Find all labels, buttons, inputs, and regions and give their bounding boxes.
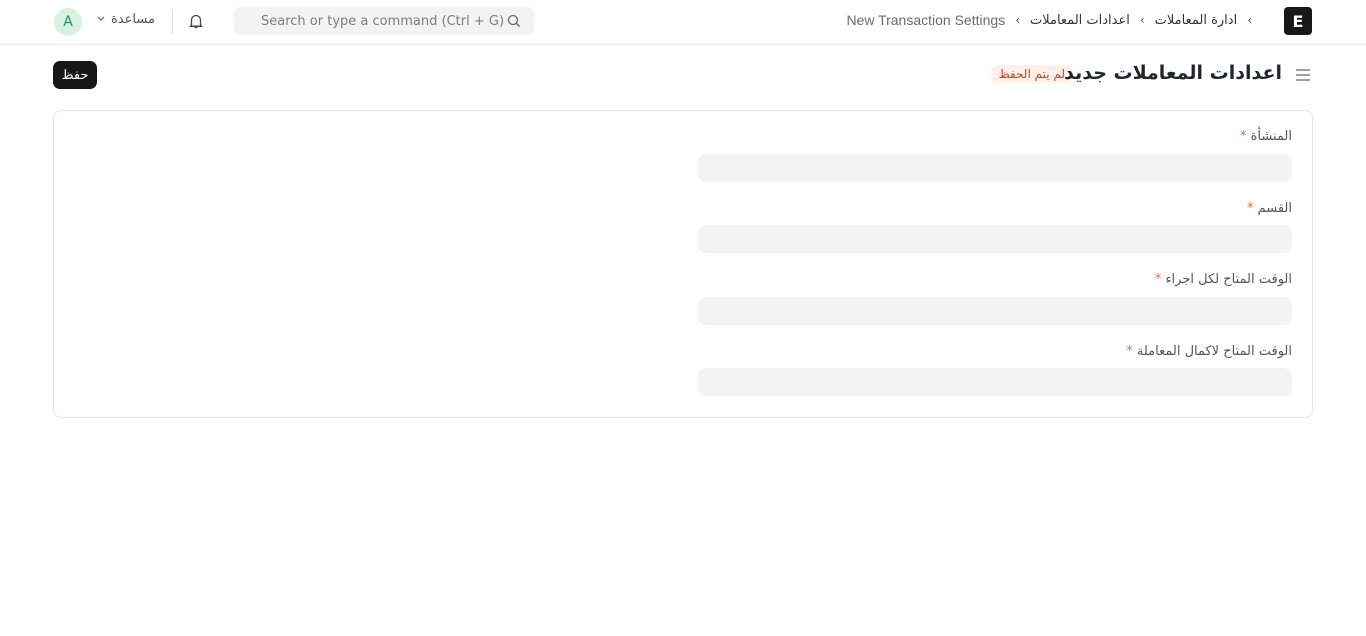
status-badge: لم يتم الحفظ <box>990 65 1073 83</box>
breadcrumb-item[interactable]: اعدادات المعاملات <box>1030 13 1130 28</box>
field-label: الوقت المتاح لكل اجراء * <box>1154 272 1292 287</box>
chevron-icon: ‹ <box>1015 13 1020 27</box>
search-input[interactable]: Search or type a command (Ctrl + G) <box>234 7 534 35</box>
search-icon <box>507 14 520 27</box>
time-to-complete-field[interactable] <box>698 368 1292 396</box>
page-title: اعدادات المعاملات جديد <box>1064 62 1282 84</box>
bell-icon[interactable] <box>187 12 205 34</box>
app-logo[interactable]: E <box>1284 7 1312 35</box>
sidebar-toggle-icon[interactable] <box>1295 67 1311 87</box>
department-field[interactable] <box>698 225 1292 253</box>
company-field[interactable] <box>698 154 1292 182</box>
field-label: القسم * <box>1246 201 1292 216</box>
help-dropdown[interactable]: مساعدة <box>96 12 155 27</box>
help-label: مساعدة <box>111 12 155 27</box>
time-per-action-field[interactable] <box>698 297 1292 325</box>
chevron-icon: ‹ <box>1247 13 1252 27</box>
field-label: المنشأة * <box>1239 129 1292 144</box>
breadcrumb-item[interactable]: New Transaction Settings <box>846 12 1005 28</box>
save-button[interactable]: حفظ <box>53 61 97 89</box>
chevron-icon: ‹ <box>1139 13 1145 27</box>
navbar: A مساعدة Search or type a command (Ctrl … <box>0 0 1366 45</box>
chevron-down-icon <box>96 12 106 27</box>
avatar[interactable]: A <box>54 8 82 36</box>
field-label: الوقت المتاح لاكمال المعاملة * <box>1126 344 1292 359</box>
search-placeholder: Search or type a command (Ctrl + G) <box>261 13 505 29</box>
breadcrumb-item[interactable]: ادارة المعاملات <box>1155 13 1238 28</box>
breadcrumb: New Transaction Settings ‹ اعدادات المعا… <box>846 12 1252 28</box>
divider <box>172 10 173 34</box>
